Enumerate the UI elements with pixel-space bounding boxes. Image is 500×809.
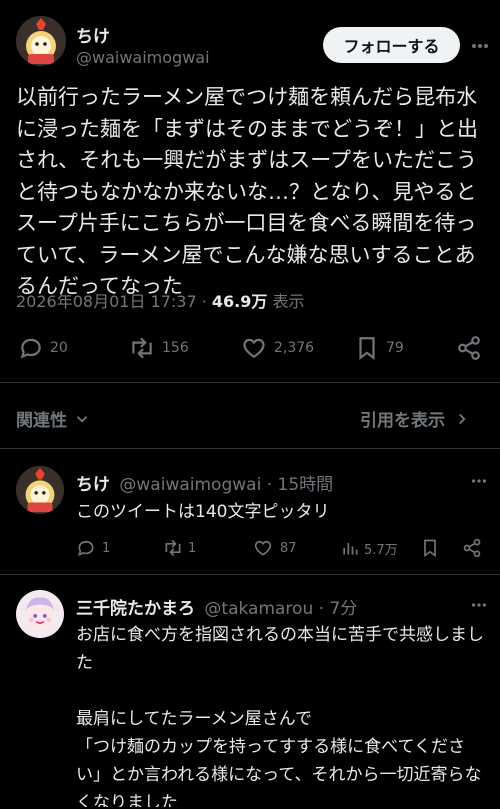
reply-author-name[interactable]: 三千院たかまろ [76, 599, 195, 619]
reply-views-button[interactable]: 5.7万 [340, 538, 398, 558]
reply-author-handle[interactable]: @takamarou [204, 599, 313, 619]
meta-separator: · [201, 292, 212, 311]
more-icon[interactable] [470, 472, 488, 494]
reply-view-count: 5.7万 [364, 542, 398, 558]
quotes-label: 引用を表示 [360, 411, 445, 431]
reply-text: お店に食べ方を指図されるの本当に苦手で共感しました 最肩にしてたラーメン屋さんで… [76, 625, 484, 807]
heart-icon [243, 338, 265, 358]
reply-retweet-button[interactable]: 1 [162, 538, 196, 558]
share-icon [458, 336, 480, 360]
like-count: 2,376 [274, 340, 315, 356]
author-name[interactable]: ちけ [76, 22, 110, 47]
more-icon[interactable] [470, 596, 488, 618]
retweet-count: 156 [162, 340, 189, 356]
divider [0, 448, 500, 449]
reply-text: このツイートは140文字ピッタリ [76, 502, 330, 522]
share-icon [463, 538, 481, 558]
reply-author-name[interactable]: ちけ [76, 475, 110, 495]
reply-time[interactable]: 15時間 [278, 475, 334, 495]
retweet-icon [132, 337, 152, 359]
relevance-label: 関連性 [16, 411, 67, 431]
follow-button[interactable]: フォローする [323, 27, 460, 63]
reply-time[interactable]: 7分 [329, 599, 357, 619]
reply-button[interactable]: 20 [18, 335, 68, 361]
reply-retweet-count: 1 [188, 540, 197, 556]
time-separator: · [318, 599, 330, 619]
reply-avatar[interactable] [16, 466, 64, 514]
chevron-down-icon [76, 415, 88, 423]
chevron-right-icon [459, 413, 466, 424]
view-count: 46.9万 [211, 292, 268, 311]
tweet-timestamp[interactable]: 2026年08月01日 17:37 [16, 292, 197, 311]
tweet-text: 以前行ったラーメン屋でつけ麺を頼んだら昆布水に浸った麺を「まずはそのままでどうぞ… [16, 85, 478, 298]
divider [0, 574, 500, 575]
bookmark-icon [424, 539, 436, 558]
divider [0, 382, 500, 383]
relevance-sort[interactable]: 関連性 [16, 406, 91, 431]
reply-bookmark-button[interactable] [420, 538, 440, 558]
reply-icon [78, 540, 94, 557]
retweet-icon [165, 539, 181, 557]
views-icon [343, 543, 358, 555]
tweet-meta: 2026年08月01日 17:37 · 46.9万 表示 [16, 288, 486, 312]
view-quotes-link[interactable]: 引用を表示 [360, 406, 471, 431]
author-avatar[interactable] [16, 16, 66, 66]
more-icon[interactable] [470, 36, 490, 56]
reply-like-count: 87 [280, 540, 297, 556]
bookmark-icon [359, 337, 375, 360]
share-button[interactable] [456, 335, 482, 361]
reply-icon [20, 338, 41, 359]
bookmark-button[interactable]: 79 [354, 335, 404, 361]
time-separator: · [266, 475, 278, 495]
bookmark-count: 79 [386, 340, 404, 356]
heart-icon [254, 540, 272, 556]
reply-header: ちけ @waiwaimogwai · 15時間 [76, 470, 333, 495]
reply-header: 三千院たかまろ @takamarou · 7分 [76, 594, 357, 619]
reply-avatar[interactable] [16, 590, 64, 638]
view-label: 表示 [272, 292, 305, 311]
author-handle[interactable]: @waiwaimogwai [76, 48, 210, 67]
reply-share-button[interactable] [462, 538, 482, 558]
reply-count: 20 [50, 340, 68, 356]
reply-like-button[interactable]: 87 [252, 538, 297, 558]
reply-author-handle[interactable]: @waiwaimogwai [119, 475, 261, 495]
retweet-button[interactable]: 156 [128, 335, 189, 361]
reply-reply-button[interactable]: 1 [76, 538, 110, 558]
reply-reply-count: 1 [102, 540, 111, 556]
like-button[interactable]: 2,376 [240, 335, 314, 361]
